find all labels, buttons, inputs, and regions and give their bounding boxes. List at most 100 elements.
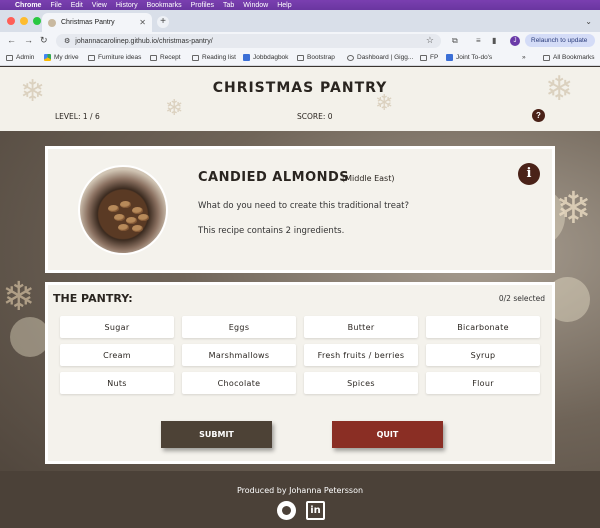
- page-footer: Produced by Johanna Petersson in: [0, 471, 600, 528]
- bookmark-label: All Bookmarks: [553, 54, 595, 61]
- bokeh-light: [10, 317, 50, 357]
- folder-icon: [297, 54, 304, 61]
- bookmark-label: Admin: [16, 54, 35, 61]
- linkedin-icon[interactable]: in: [306, 501, 325, 520]
- folder-icon: [150, 54, 157, 61]
- ingredient-eggs[interactable]: Eggs: [182, 316, 296, 338]
- menu-edit[interactable]: Edit: [71, 2, 83, 9]
- tab-search-chevron-icon[interactable]: ⌄: [585, 17, 592, 26]
- pantry-title: THE PANTRY:: [53, 292, 133, 305]
- back-icon[interactable]: ←: [7, 35, 16, 45]
- bookmark-my-drive[interactable]: My drive: [44, 54, 79, 61]
- score-indicator: SCORE: 0: [297, 112, 333, 121]
- ingredient-marshmallows[interactable]: Marshmallows: [182, 344, 296, 366]
- menu-history[interactable]: History: [116, 2, 138, 9]
- new-tab-button[interactable]: +: [157, 16, 169, 28]
- ingredient-bicarbonate[interactable]: Bicarbonate: [426, 316, 540, 338]
- bookmark-label: My drive: [54, 54, 79, 61]
- tab-title: Christmas Pantry: [61, 19, 115, 26]
- profile-avatar[interactable]: J: [510, 36, 520, 46]
- almond-shape: [118, 224, 129, 231]
- bookmark-admin[interactable]: Admin: [6, 54, 34, 61]
- snowflake-decor-icon: ❄: [165, 95, 184, 120]
- window-controls: [7, 17, 41, 25]
- ingredient-sugar[interactable]: Sugar: [60, 316, 174, 338]
- minimize-window-button[interactable]: [20, 17, 28, 25]
- bookmark-star-icon[interactable]: ☆: [426, 35, 434, 46]
- close-window-button[interactable]: [7, 17, 15, 25]
- ingredient-flour[interactable]: Flour: [426, 372, 540, 394]
- bookmark-furniture-ideas[interactable]: Furniture ideas: [88, 54, 141, 61]
- site-info-icon[interactable]: ⚙: [64, 37, 70, 45]
- bookmark-fp[interactable]: FP: [420, 54, 438, 61]
- bookmark-label: Bootstrap: [307, 54, 335, 61]
- bookmark-label: Reading list: [202, 54, 236, 61]
- tab-christmas-pantry[interactable]: Christmas Pantry ✕: [42, 13, 152, 32]
- ingredient-nuts[interactable]: Nuts: [60, 372, 174, 394]
- quit-button[interactable]: QUIT: [332, 421, 443, 448]
- google-drive-icon: [44, 54, 51, 61]
- menu-bookmarks[interactable]: Bookmarks: [147, 2, 182, 9]
- ingredient-chocolate[interactable]: Chocolate: [182, 372, 296, 394]
- bookmark-jobbdagbok[interactable]: Jobbdagbok: [243, 54, 288, 61]
- zoom-window-button[interactable]: [33, 17, 41, 25]
- bookmark-label: Jobbdagbok: [253, 54, 289, 61]
- almond-shape: [114, 214, 125, 221]
- game-title: CHRISTMAS PANTRY: [212, 80, 388, 96]
- help-icon[interactable]: ?: [532, 109, 545, 122]
- bookmark-label: Dashboard | Gigg...: [357, 54, 414, 61]
- bookmark-reading-list[interactable]: Reading list: [192, 54, 236, 61]
- recipe-region: (Middle East): [342, 174, 395, 183]
- bookmark-joint-todos[interactable]: Joint To-do's: [446, 54, 492, 61]
- menu-help[interactable]: Help: [277, 2, 291, 9]
- bookmarks-overflow-icon[interactable]: »: [522, 54, 526, 61]
- recipe-name: CANDIED ALMONDS: [198, 170, 350, 185]
- menu-window[interactable]: Window: [243, 2, 268, 9]
- recipe-card: CANDIED ALMONDS (Middle East) What do yo…: [45, 146, 555, 273]
- submit-button[interactable]: SUBMIT: [161, 421, 272, 448]
- bookmark-all-bookmarks[interactable]: All Bookmarks: [543, 54, 595, 61]
- bookmark-bootstrap[interactable]: Bootstrap: [297, 54, 335, 61]
- menu-file[interactable]: File: [50, 2, 61, 9]
- info-icon[interactable]: i: [518, 163, 540, 185]
- reload-icon[interactable]: ↻: [40, 35, 48, 46]
- almond-shape: [108, 205, 119, 212]
- selected-count: 0/2 selected: [498, 294, 545, 303]
- notebook-icon: [243, 54, 250, 61]
- folder-icon: [192, 54, 199, 61]
- ingredient-syrup[interactable]: Syrup: [426, 344, 540, 366]
- produced-by-text: Produced by Johanna Petersson: [236, 486, 364, 495]
- close-tab-icon[interactable]: ✕: [139, 18, 146, 27]
- folder-icon: [420, 54, 427, 61]
- menu-tab[interactable]: Tab: [223, 2, 234, 9]
- extensions-icon[interactable]: ⧉: [452, 36, 458, 46]
- bookmark-dashboard-gigg[interactable]: Dashboard | Gigg...: [347, 54, 413, 61]
- side-panel-icon[interactable]: ▮: [492, 36, 496, 45]
- github-icon[interactable]: [277, 501, 296, 520]
- todo-icon: [446, 54, 453, 61]
- game-page: ❄ ❄ ❄ ❄ ❄ ❄ CHRISTMAS PANTRY LEVEL: 1 / …: [0, 67, 600, 528]
- ingredient-spices[interactable]: Spices: [304, 372, 418, 394]
- forward-icon[interactable]: →: [24, 35, 33, 45]
- level-indicator: LEVEL: 1 / 6: [55, 112, 100, 121]
- snowflake-ornament-icon: ❄: [2, 275, 36, 319]
- ingredient-cream[interactable]: Cream: [60, 344, 174, 366]
- bookmark-label: Recept: [160, 54, 181, 61]
- bookmarks-bar: Admin My drive Furniture ideas Recept Re…: [0, 50, 600, 66]
- ingredient-grid: Sugar Eggs Butter Bicarbonate Cream Mars…: [60, 316, 543, 394]
- relaunch-to-update-button[interactable]: Relaunch to update: [525, 34, 595, 47]
- favicon-icon: [48, 18, 56, 27]
- macos-menubar: Chrome File Edit View History Bookmarks …: [0, 0, 600, 10]
- almond-shape: [120, 201, 131, 208]
- address-bar[interactable]: ⚙ johannacarolinep.github.io/christmas-p…: [56, 34, 441, 48]
- menu-app-name[interactable]: Chrome: [15, 2, 41, 9]
- game-header: ❄ ❄ ❄ ❄ CHRISTMAS PANTRY LEVEL: 1 / 6 SC…: [0, 67, 600, 131]
- bookmark-recept[interactable]: Recept: [150, 54, 181, 61]
- ingredient-butter[interactable]: Butter: [304, 316, 418, 338]
- menu-profiles[interactable]: Profiles: [191, 2, 214, 9]
- ingredient-fresh-fruits-berries[interactable]: Fresh fruits / berries: [304, 344, 418, 366]
- recipe-question: What do you need to create this traditio…: [198, 201, 409, 211]
- media-controls-icon[interactable]: ≡: [476, 36, 481, 45]
- menu-view[interactable]: View: [92, 2, 107, 9]
- recipe-image: [78, 165, 168, 255]
